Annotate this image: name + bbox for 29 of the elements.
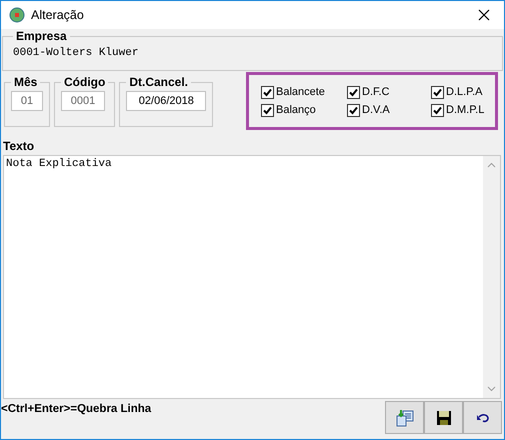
- checkbox[interactable]: Balanço: [261, 104, 347, 116]
- shortcut-hint: <Ctrl+Enter>=Quebra Linha: [1, 403, 152, 415]
- checkbox-box[interactable]: [347, 104, 360, 116]
- import-button[interactable]: [385, 401, 424, 434]
- group-label: Mês: [13, 75, 38, 89]
- text-area[interactable]: Nota Explicativa: [3, 155, 501, 399]
- text-label: Texto: [3, 139, 36, 153]
- undo-button[interactable]: [463, 401, 502, 434]
- group-label: Código: [63, 75, 106, 89]
- app-icon: [9, 7, 25, 23]
- checkbox-box[interactable]: [261, 86, 274, 98]
- save-button[interactable]: [424, 401, 463, 434]
- checkbox[interactable]: D.F.C: [347, 86, 431, 98]
- checkbox[interactable]: Balancete: [261, 86, 347, 98]
- document-icon: [396, 408, 414, 426]
- input-field[interactable]: 02/06/2018: [126, 91, 206, 111]
- window-title: Alteração: [31, 8, 85, 22]
- checkbox-box[interactable]: [261, 104, 274, 116]
- undo-icon: [476, 412, 490, 422]
- checkbox[interactable]: D.V.A: [347, 104, 431, 116]
- checkbox-box[interactable]: [431, 104, 444, 116]
- group-label: Empresa: [15, 29, 68, 43]
- checkbox[interactable]: D.M.P.L: [431, 104, 495, 116]
- checkbox[interactable]: D.L.P.A: [431, 86, 495, 98]
- company-name: 0001-Wolters Kluwer: [13, 47, 140, 59]
- checkbox-box[interactable]: [431, 86, 444, 98]
- group-label: Dt.Cancel.: [128, 75, 190, 89]
- close-icon[interactable]: [478, 9, 490, 21]
- checkbox-box[interactable]: [347, 86, 360, 98]
